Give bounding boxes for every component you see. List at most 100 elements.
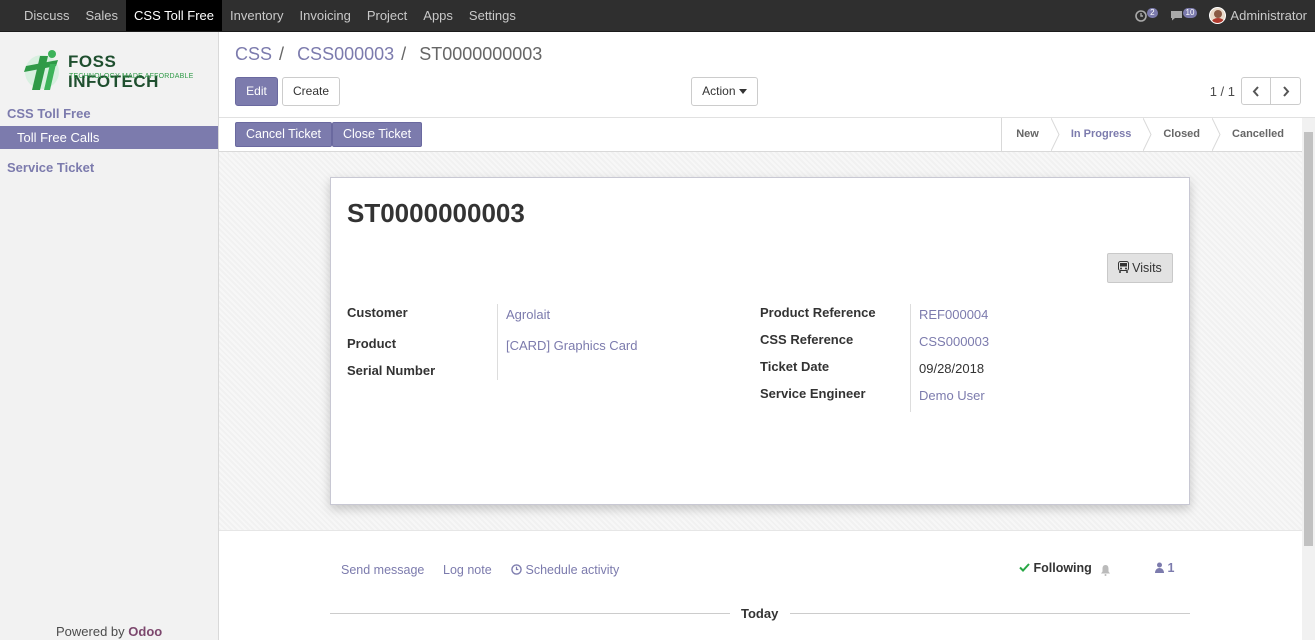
schedule-activity-link[interactable]: Schedule activity: [511, 563, 619, 577]
product-reference-value[interactable]: REF000004: [919, 307, 988, 322]
status-bar: Cancel Ticket Close Ticket New In Progre…: [219, 118, 1302, 152]
field-divider: [910, 304, 911, 412]
main-menu: Discuss Sales CSS Toll Free Inventory In…: [16, 0, 524, 31]
pager-next-button[interactable]: [1271, 77, 1301, 105]
chevron-right-icon: [1282, 85, 1289, 97]
message-count-badge: 10: [1182, 7, 1198, 18]
customer-label: Customer: [347, 305, 408, 320]
menu-css-toll-free[interactable]: CSS Toll Free: [126, 0, 223, 31]
today-separator: Today: [741, 606, 779, 621]
record-title: ST0000000003: [347, 198, 525, 228]
avatar: [1209, 7, 1227, 24]
followers-button[interactable]: 1: [1155, 561, 1174, 575]
user-icon: [1155, 562, 1164, 573]
logo-tagline: TECHNOLOGY MADE AFFORDABLE: [69, 73, 194, 80]
schedule-activity-label: Schedule activity: [525, 563, 620, 577]
form-sheet-background: ST0000000003 Visits Customer Agrolait Pr…: [219, 152, 1302, 530]
company-logo: FOSS INFOTECH TECHNOLOGY MADE AFFORDABLE: [18, 46, 203, 94]
field-divider: [497, 304, 498, 380]
followers-count: 1: [1167, 561, 1175, 575]
chevron-left-icon: [1252, 85, 1259, 97]
following-label: Following: [1033, 561, 1092, 575]
product-reference-label: Product Reference: [760, 305, 876, 320]
sidebar-item-toll-free-calls[interactable]: Toll Free Calls: [0, 126, 218, 149]
breadcrumb-current: ST0000000003: [419, 44, 543, 64]
menu-sales[interactable]: Sales: [78, 0, 127, 31]
user-menu[interactable]: Administrator: [1209, 7, 1307, 24]
messaging-menu[interactable]: 10: [1170, 7, 1198, 21]
css-reference-label: CSS Reference: [760, 332, 854, 347]
bus-icon: [1118, 261, 1130, 273]
clock-icon: [1135, 9, 1147, 22]
stage-in-progress[interactable]: In Progress: [1057, 118, 1152, 151]
odoo-link[interactable]: Odoo: [128, 624, 162, 639]
cancel-ticket-button[interactable]: Cancel Ticket: [235, 122, 333, 147]
pager-previous-button[interactable]: [1241, 77, 1271, 105]
clock-icon: [511, 564, 522, 575]
menu-discuss[interactable]: Discuss: [16, 0, 78, 31]
serial-number-label: Serial Number: [347, 363, 436, 378]
stage-new[interactable]: New: [1002, 118, 1060, 151]
breadcrumb: CSS / CSS000003 / ST0000000003: [235, 44, 542, 65]
visits-button[interactable]: Visits: [1107, 253, 1173, 283]
scrollbar-thumb[interactable]: [1304, 132, 1313, 546]
stage-pipeline: New In Progress Closed Cancelled: [1001, 118, 1302, 151]
form-sheet: ST0000000003 Visits Customer Agrolait Pr…: [330, 177, 1190, 505]
menu-project[interactable]: Project: [359, 0, 415, 31]
divider: [790, 613, 1190, 614]
breadcrumb-css000003[interactable]: CSS000003: [297, 44, 394, 64]
log-note-link[interactable]: Log note: [443, 563, 492, 577]
control-panel: CSS / CSS000003 / ST0000000003 Edit Crea…: [219, 32, 1315, 118]
main-content: CSS / CSS000003 / ST0000000003 Edit Crea…: [219, 32, 1315, 640]
activity-menu[interactable]: 2: [1135, 7, 1158, 22]
action-dropdown[interactable]: Action: [691, 77, 758, 106]
service-engineer-value[interactable]: Demo User: [919, 388, 985, 403]
stage-label: New: [1016, 128, 1039, 140]
send-message-link[interactable]: Send message: [341, 563, 424, 577]
divider: [330, 613, 730, 614]
stage-label: Closed: [1163, 128, 1201, 140]
close-ticket-button[interactable]: Close Ticket: [332, 122, 423, 147]
breadcrumb-separator: /: [279, 44, 285, 64]
ticket-date-label: Ticket Date: [760, 359, 830, 374]
scrollbar[interactable]: [1302, 118, 1315, 640]
breadcrumb-separator: /: [401, 44, 407, 64]
visits-label: Visits: [1132, 261, 1162, 275]
sidebar-section-service-ticket[interactable]: Service Ticket: [7, 160, 94, 175]
product-value[interactable]: [CARD] Graphics Card: [506, 338, 637, 353]
user-name: Administrator: [1230, 8, 1307, 23]
css-reference-value[interactable]: CSS000003: [919, 334, 989, 349]
breadcrumb-css[interactable]: CSS: [235, 44, 272, 64]
following-button[interactable]: Following: [1019, 561, 1092, 575]
action-label: Action: [702, 84, 736, 98]
stage-label: Cancelled: [1232, 128, 1284, 140]
sidebar: FOSS INFOTECH TECHNOLOGY MADE AFFORDABLE…: [0, 32, 219, 640]
pager-value[interactable]: 1 / 1: [1210, 84, 1235, 99]
menu-settings[interactable]: Settings: [461, 0, 524, 31]
menu-apps[interactable]: Apps: [415, 0, 461, 31]
menu-inventory[interactable]: Inventory: [222, 0, 291, 31]
stage-cancelled[interactable]: Cancelled: [1218, 118, 1302, 151]
caret-down-icon: [738, 89, 747, 95]
logo-name: FOSS INFOTECH: [68, 52, 159, 91]
service-engineer-label: Service Engineer: [760, 386, 866, 401]
menu-invoicing[interactable]: Invoicing: [292, 0, 359, 31]
product-label: Product: [347, 336, 397, 351]
chatter: Send message Log note Schedule activity …: [219, 530, 1302, 640]
powered-by-text: Powered by: [56, 624, 125, 639]
stage-closed[interactable]: Closed: [1149, 118, 1221, 151]
top-navbar: Discuss Sales CSS Toll Free Inventory In…: [0, 0, 1315, 32]
ticket-date-value[interactable]: 09/28/2018: [919, 361, 984, 376]
customer-value[interactable]: Agrolait: [506, 307, 550, 322]
edit-button[interactable]: Edit: [235, 77, 278, 106]
sidebar-section-css-toll-free[interactable]: CSS Toll Free: [7, 106, 91, 121]
bell-icon[interactable]: [1100, 564, 1111, 576]
pager: 1 / 1: [1210, 77, 1301, 105]
check-icon: [1019, 563, 1030, 572]
foss-logo-icon: [24, 50, 59, 90]
powered-by: Powered by Odoo: [56, 624, 162, 639]
create-button[interactable]: Create: [282, 77, 340, 106]
chat-bubble-icon: [1170, 11, 1182, 21]
activity-count-badge: 2: [1147, 7, 1158, 18]
stage-label: In Progress: [1070, 128, 1132, 140]
